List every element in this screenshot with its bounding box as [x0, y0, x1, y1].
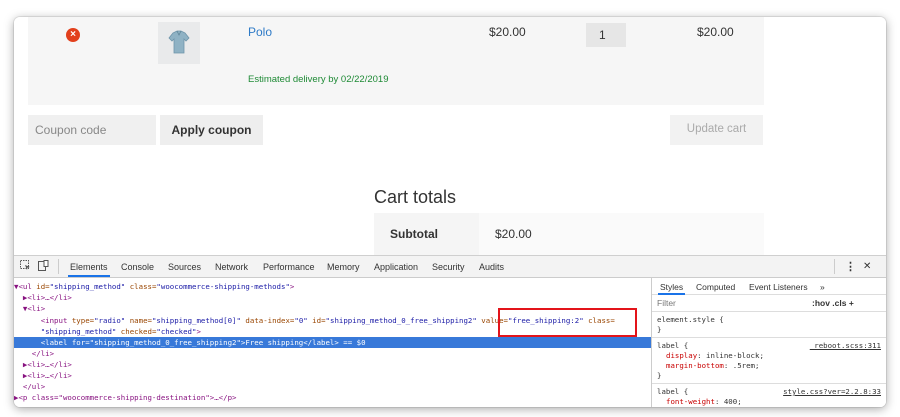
tab-console[interactable]: Console: [121, 262, 154, 272]
css-value: : inline-block;: [697, 351, 764, 360]
browser-window: × Polo Estimated delivery by 02/22/2019 …: [14, 17, 886, 407]
dom-node-li[interactable]: ▶<li>…</li>: [14, 292, 72, 303]
tab-styles[interactable]: Styles: [657, 282, 686, 295]
elements-dom-tree: ▼<ul id="shipping_method" class="woocomm…: [14, 278, 651, 407]
cart-item-row: × Polo Estimated delivery by 02/22/2019 …: [28, 17, 764, 105]
cart-totals-subtotal-row: Subtotal $20.00: [374, 213, 764, 255]
rule2-declaration-font-weight[interactable]: font-weight: 400;: [666, 397, 742, 407]
inspect-element-icon[interactable]: [20, 260, 31, 274]
product-thumbnail[interactable]: [158, 22, 200, 64]
remove-item-icon[interactable]: ×: [66, 28, 80, 42]
selected-dom-node-label[interactable]: <label for="shipping_method_0_free_shipp…: [14, 337, 651, 348]
device-toolbar-icon[interactable]: [38, 260, 49, 274]
apply-coupon-button[interactable]: Apply coupon: [160, 115, 263, 145]
element-style-rule[interactable]: element.style {: [657, 315, 724, 325]
devtools-tab-bar: Elements Console Sources Network Perform…: [14, 256, 886, 278]
dom-attr-value: "checked": [156, 327, 197, 336]
highlight-annotation-box: [498, 308, 637, 337]
rule2-source-link[interactable]: style.css?ver=2.2.8:33: [783, 387, 881, 396]
toolbar-divider: [58, 259, 59, 274]
rule-divider: [652, 337, 886, 338]
dom-attr-value: "shipping_method": [49, 282, 126, 291]
dom-attr-value: "shipping_method": [14, 327, 117, 336]
dom-tag: >: [289, 282, 295, 291]
dom-node-li[interactable]: ▶<li>…</li>: [14, 370, 72, 381]
delivery-estimate: Estimated delivery by 02/22/2019: [248, 74, 389, 85]
dom-attr-value: "radio": [94, 316, 126, 325]
tab-audits[interactable]: Audits: [479, 262, 504, 272]
subtotal-label: Subtotal: [374, 213, 479, 255]
tab-performance[interactable]: Performance: [263, 262, 315, 272]
tab-computed[interactable]: Computed: [696, 282, 735, 292]
product-subtotal: $20.00: [697, 25, 734, 39]
quantity-input[interactable]: 1: [586, 23, 626, 47]
dom-attr-value: "shipping_method_0_free_shipping2": [325, 316, 477, 325]
css-property: font-weight: [666, 397, 715, 406]
product-price: $20.00: [489, 25, 526, 39]
rule-close-brace: }: [657, 325, 662, 334]
dom-attr-value: "shipping_method[0]": [151, 316, 241, 325]
css-property: display: [666, 351, 698, 360]
rule1-declaration-margin[interactable]: margin-bottom: .5rem;: [666, 361, 759, 371]
dom-attr-name: checked=: [116, 327, 157, 336]
dom-attr-name: name=: [125, 316, 152, 325]
rule-divider: [652, 383, 886, 384]
dom-node-ul[interactable]: ▼<ul id="shipping_method" class="woocomm…: [14, 281, 294, 292]
dom-attr-name: id=: [36, 282, 50, 291]
tab-security[interactable]: Security: [432, 262, 465, 272]
tab-elements[interactable]: Elements: [68, 262, 110, 277]
dom-attr-name: class=: [125, 282, 157, 291]
dom-attr-name: type=: [71, 316, 95, 325]
cart-totals-heading: Cart totals: [374, 187, 457, 207]
rule1-source-link[interactable]: _reboot.scss:311: [810, 341, 881, 350]
dom-node-ul-close: </ul>: [14, 382, 46, 391]
polo-shirt-icon: [168, 30, 190, 54]
dom-attr-name: data-index=: [240, 316, 295, 325]
css-value: : 400;: [714, 397, 742, 406]
tab-sources[interactable]: Sources: [168, 262, 201, 272]
styles-filter-bar: Filter :hov .cls +: [652, 295, 886, 312]
devtools-panel: Elements Console Sources Network Perform…: [14, 255, 886, 407]
rule1-selector: label {: [657, 341, 689, 350]
dom-node-li[interactable]: ▶<li>…</li>: [14, 359, 72, 370]
rule2-selector: label {: [657, 387, 689, 396]
css-value: : .5rem;: [723, 361, 760, 370]
tab-memory[interactable]: Memory: [327, 262, 360, 272]
coupon-code-input[interactable]: Coupon code: [28, 115, 156, 145]
tab-application[interactable]: Application: [374, 262, 418, 272]
dom-tag: ▼<ul: [14, 282, 37, 291]
subtotal-value: $20.00: [479, 213, 764, 255]
cart-page: × Polo Estimated delivery by 02/22/2019 …: [14, 17, 886, 255]
product-name-link[interactable]: Polo: [248, 25, 272, 39]
styles-pane: Styles Computed Event Listeners » Filter…: [651, 278, 886, 407]
close-devtools-icon[interactable]: ✕: [863, 261, 871, 272]
styles-filter-input[interactable]: Filter: [657, 298, 805, 308]
toolbar-divider: [834, 259, 835, 274]
dom-node-p[interactable]: ▶<p class="woocommerce-shipping-destinat…: [14, 392, 236, 403]
rule-close-brace: }: [657, 371, 662, 380]
tab-network[interactable]: Network: [215, 262, 248, 272]
dom-attr-value: "0": [294, 316, 308, 325]
update-cart-button[interactable]: Update cart: [670, 115, 763, 145]
dom-tag: >: [196, 327, 201, 336]
dom-attr-value: "woocommerce-shipping-methods": [156, 282, 290, 291]
rule1-declaration-display[interactable]: display: inline-block;: [666, 351, 764, 361]
dom-node-li[interactable]: ▼<li>: [14, 303, 45, 314]
more-tabs-icon[interactable]: »: [820, 282, 825, 292]
dom-tag: <input: [14, 316, 72, 325]
dom-node-input-continued[interactable]: "shipping_method" checked="checked">: [14, 326, 201, 337]
dom-node-li-close: </li>: [14, 349, 55, 358]
dom-attr-name: id=: [307, 316, 326, 325]
css-property: margin-bottom: [666, 361, 724, 370]
tab-event-listeners[interactable]: Event Listeners: [749, 282, 808, 292]
more-options-icon[interactable]: ⋮: [845, 260, 856, 273]
styles-filter-tools[interactable]: :hov .cls +: [812, 298, 854, 308]
styles-tab-bar: Styles Computed Event Listeners »: [652, 278, 886, 295]
